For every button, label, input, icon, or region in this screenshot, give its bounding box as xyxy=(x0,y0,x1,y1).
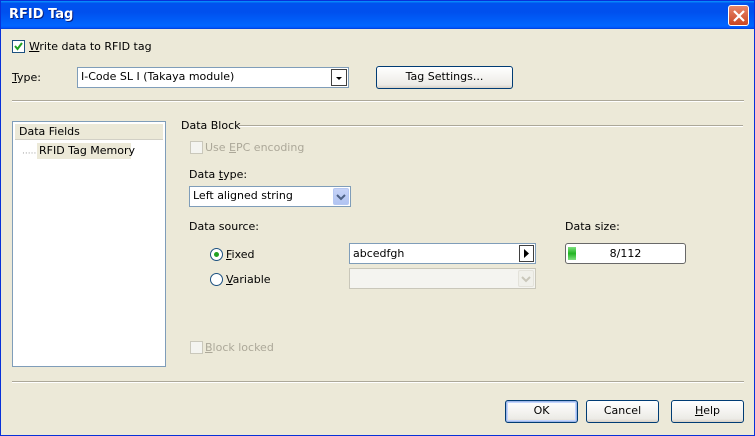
tag-settings-button[interactable]: Tag Settings... xyxy=(376,66,513,89)
type-select-arrow[interactable] xyxy=(331,69,347,86)
type-select-value: I-Code SL I (Takaya module) xyxy=(81,70,235,83)
block-locked-label: Block locked xyxy=(205,341,274,354)
tree-header-label: Data Fields xyxy=(19,125,80,138)
data-type-arrow[interactable] xyxy=(333,188,349,205)
rfid-tag-dialog: RFID Tag Write data to RFID tag Type: I-… xyxy=(0,0,755,436)
triangle-right-icon xyxy=(524,249,529,258)
use-epc-label: Use EPC encoding xyxy=(205,141,305,154)
data-type-label: Data type: xyxy=(189,168,248,181)
bottom-divider xyxy=(12,381,744,383)
fixed-value-text: abcedfgh xyxy=(353,247,405,260)
data-type-select[interactable]: Left aligned string xyxy=(189,186,351,207)
chevron-down-icon xyxy=(521,276,531,283)
type-select[interactable]: I-Code SL I (Takaya module) xyxy=(77,67,349,88)
chevron-down-icon xyxy=(336,194,346,201)
close-icon xyxy=(733,10,745,22)
fixed-value-input[interactable]: abcedfgh xyxy=(349,243,536,264)
checkmark-icon xyxy=(14,42,23,51)
data-block-divider xyxy=(239,125,743,127)
tree-connector: ····· xyxy=(22,149,37,159)
window-title: RFID Tag xyxy=(9,7,74,22)
variable-radio[interactable] xyxy=(210,273,223,286)
tree-item-label: RFID Tag Memory xyxy=(39,144,136,157)
fixed-value-expand-button[interactable] xyxy=(519,245,534,262)
write-data-checkbox[interactable] xyxy=(12,40,25,53)
cancel-button[interactable]: Cancel xyxy=(586,400,659,423)
chevron-down-icon xyxy=(336,77,342,80)
close-button[interactable] xyxy=(728,5,749,26)
variable-select[interactable] xyxy=(349,268,536,289)
radio-dot-icon xyxy=(214,252,219,257)
fixed-label[interactable]: Fixed xyxy=(226,248,255,261)
data-type-value: Left aligned string xyxy=(193,189,293,202)
variable-label[interactable]: Variable xyxy=(226,273,271,286)
data-block-title: Data Block xyxy=(181,119,241,132)
help-button[interactable]: Help xyxy=(671,400,744,423)
use-epc-checkbox[interactable] xyxy=(190,141,203,154)
data-size-text: 8/112 xyxy=(609,247,642,260)
data-size-label: Data size: xyxy=(565,220,620,233)
title-bar[interactable]: RFID Tag xyxy=(1,1,754,29)
tree-header: Data Fields xyxy=(15,124,163,140)
data-source-label: Data source: xyxy=(189,220,259,233)
type-label: Type: xyxy=(12,71,41,84)
write-data-label[interactable]: Write data to RFID tag xyxy=(29,40,152,53)
ok-button[interactable]: OK xyxy=(505,400,578,423)
fixed-radio[interactable] xyxy=(210,248,223,261)
block-locked-checkbox[interactable] xyxy=(190,341,203,354)
data-fields-tree[interactable]: Data Fields ····· RFID Tag Memory xyxy=(12,121,166,367)
top-divider xyxy=(12,100,744,102)
data-size-progress: 8/112 xyxy=(565,243,686,264)
tree-item-rfid-tag-memory[interactable]: RFID Tag Memory xyxy=(37,143,135,159)
variable-select-arrow[interactable] xyxy=(518,270,534,287)
